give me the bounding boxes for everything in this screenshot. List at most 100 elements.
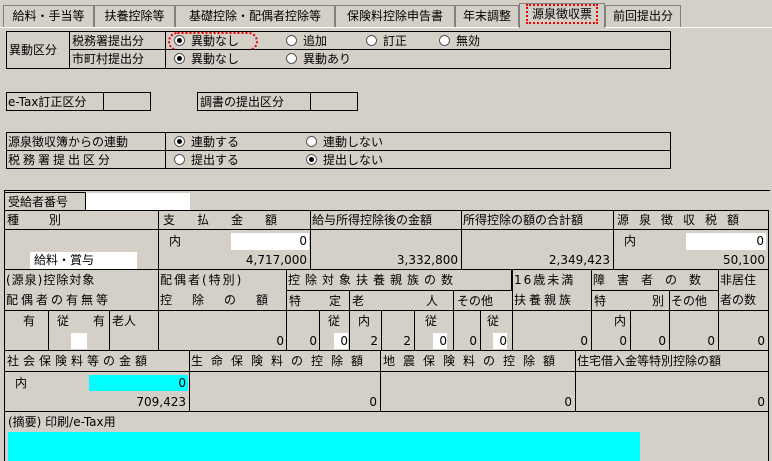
shogai-uchi-cell: 内 0 (591, 310, 631, 351)
radio-renkei-shinai[interactable]: 連動しない (306, 134, 383, 150)
radio-zeimusho-muko[interactable]: 無効 (439, 33, 480, 49)
h-shogai-sonota: その他 (671, 294, 708, 308)
haigusha-ju-cell: 従 有 (48, 310, 110, 351)
tab-gensen-choshuhyo[interactable]: 源泉徴収票 (519, 3, 605, 28)
radio-teishutsu-suru[interactable]: 提出する (174, 152, 239, 168)
h-kojo-gaku: 控除の額 (160, 293, 287, 307)
recipient-no-input[interactable] (86, 193, 190, 210)
sub-ju: 従 (57, 314, 70, 328)
shogai-sonota-value: 0 (707, 334, 715, 348)
radio-selected-icon (174, 53, 185, 64)
ido-label: 異動区分 (9, 43, 58, 57)
gensen-value: 50,100 (723, 253, 765, 267)
radio-zeimusho-tsuika[interactable]: 追加 (286, 33, 327, 49)
option-label: 訂正 (383, 34, 408, 48)
shogai-sonota-cell: 0 (669, 310, 719, 351)
teishutsu-label-cell: 税務署提出区分 (6, 150, 166, 169)
rojin-ju-input[interactable]: 0 (433, 333, 447, 349)
h-hikyoju-cell: 非居住 者の数 (718, 269, 769, 311)
gensen-cell: 内 0 50,100 (613, 229, 769, 270)
h-shotoku: 所得控除の額の合計額 (463, 213, 584, 227)
sonota-ju-input[interactable]: 0 (493, 333, 507, 349)
option-label: 異動なし (191, 34, 240, 48)
tab-nenmatsu[interactable]: 年末調整 (455, 5, 519, 27)
chosho-field[interactable] (310, 92, 358, 111)
tab-label: 保険料控除申告書 (346, 9, 443, 23)
teishutsu-options: 提出する 提出しない (165, 150, 671, 169)
option-label: 追加 (303, 34, 328, 48)
radio-zeimusho-nashi[interactable]: 異動なし (174, 33, 239, 49)
h-gensen-kojo-cell: (源泉)控除対象 配偶者の有無等 (4, 269, 159, 311)
radio-renkei-suru[interactable]: 連動する (174, 134, 239, 150)
jishin-cell: 0 (380, 371, 576, 412)
shotoku-cell: 2,349,423 (461, 229, 614, 270)
tokutei-ju-cell: 従 0 (319, 310, 350, 351)
shichoson-label-cell: 市町村提出分 (69, 49, 166, 69)
h-16sai-cell: 16歳未満 扶養親族 (512, 269, 592, 311)
rojin-uchi-cell: 内 2 (349, 310, 382, 351)
haigusha-kojo-cell: 0 (158, 310, 287, 351)
tab-kyuryo[interactable]: 給料・手当等 (3, 5, 94, 27)
radio-teishutsu-shinai[interactable]: 提出しない (306, 152, 383, 168)
option-label: 提出しない (323, 153, 384, 167)
h-fuyo-cell: 控除対象扶養親族の数 (286, 269, 512, 291)
hikyoju-cell: 0 (718, 310, 769, 351)
radio-shichoson-nashi[interactable]: 異動なし (174, 51, 239, 67)
tab-kiso[interactable]: 基礎控除・配偶者控除等 (175, 5, 335, 27)
tokutei-ju-value: 0 (340, 334, 348, 348)
tokutei-ju-label: 従 (328, 314, 341, 328)
radio-shichoson-ari[interactable]: 異動あり (286, 51, 351, 67)
h-16sai: 16歳未満 (514, 273, 576, 287)
option-label: 異動あり (303, 52, 352, 66)
shiharai-uchi-input[interactable]: 0 (231, 233, 309, 250)
tab-label: 源泉徴収票 (525, 4, 599, 24)
seimei-cell: 0 (189, 371, 381, 412)
tab-label: 前回提出分 (612, 9, 673, 23)
h-shakai: 社会保険料等の金額 (7, 354, 152, 368)
etax-label: e-Tax訂正区分 (8, 95, 87, 109)
gensen-uchi-input[interactable]: 0 (686, 233, 766, 250)
radio-selected-icon (306, 154, 317, 165)
shakai-uchi-input[interactable]: 0 (89, 375, 188, 391)
renkei-options: 連動する 連動しない (165, 132, 671, 151)
tab-fuyo[interactable]: 扶養控除等 (94, 5, 175, 27)
radio-icon (286, 53, 297, 64)
tab-label: 基礎控除・配偶者控除等 (188, 9, 321, 23)
tekiyo-input[interactable] (8, 432, 640, 461)
h-jutaku-cell: 住宅借入金等特別控除の額 (575, 350, 769, 372)
shubetsu-cell: 給料・賞与 (4, 229, 159, 270)
haigusha-ju-input[interactable] (71, 333, 87, 349)
etax-label-cell: e-Tax訂正区分 (6, 92, 104, 111)
jutaku-cell: 0 (575, 371, 769, 412)
ido-label-cell: 異動区分 (6, 31, 70, 69)
zeimusho-label-cell: 税務署提出分 (69, 31, 166, 50)
h-seimei-cell: 生命保険料の控除額 (189, 350, 381, 372)
zeimusho-label: 税務署提出分 (72, 34, 145, 48)
haigusha-kojo-value: 0 (276, 334, 284, 348)
shichoson-options: 異動なし 異動あり (165, 49, 671, 69)
recipient-no-label-cell: 受給者番号 (4, 192, 86, 211)
haigusha-ari-cell: 有 (4, 310, 49, 351)
tokutei-ju-input[interactable]: 0 (334, 333, 348, 349)
kyuyo-cell: 3,332,800 (310, 229, 462, 270)
option-label: 提出する (191, 153, 240, 167)
shogai-tokubetsu-value: 0 (658, 334, 666, 348)
shubetsu-input[interactable]: 給料・賞与 (30, 252, 137, 269)
tab-zenkai[interactable]: 前回提出分 (605, 5, 681, 27)
tab-hokenryo[interactable]: 保険料控除申告書 (335, 5, 455, 27)
tokutei-cell: 0 (286, 310, 320, 351)
shogai-tokubetsu-cell: 0 (630, 310, 670, 351)
h-gensen-kojo: (源泉)控除対象 (6, 273, 96, 287)
h-sonota-cell: その他 (453, 290, 513, 311)
sub-ari2: 有 (93, 314, 106, 328)
rojin-ju-value: 0 (439, 334, 447, 348)
sai16-value: 0 (580, 334, 588, 348)
h-shotoku-cell: 所得控除の額の合計額 (461, 210, 614, 230)
option-label: 異動なし (191, 52, 240, 66)
option-label: 無効 (456, 34, 481, 48)
radio-icon (174, 154, 185, 165)
radio-selected-icon (174, 35, 185, 46)
etax-field[interactable] (103, 92, 151, 111)
h-rojin: 老人 (352, 294, 438, 308)
radio-zeimusho-teisei[interactable]: 訂正 (366, 33, 407, 49)
